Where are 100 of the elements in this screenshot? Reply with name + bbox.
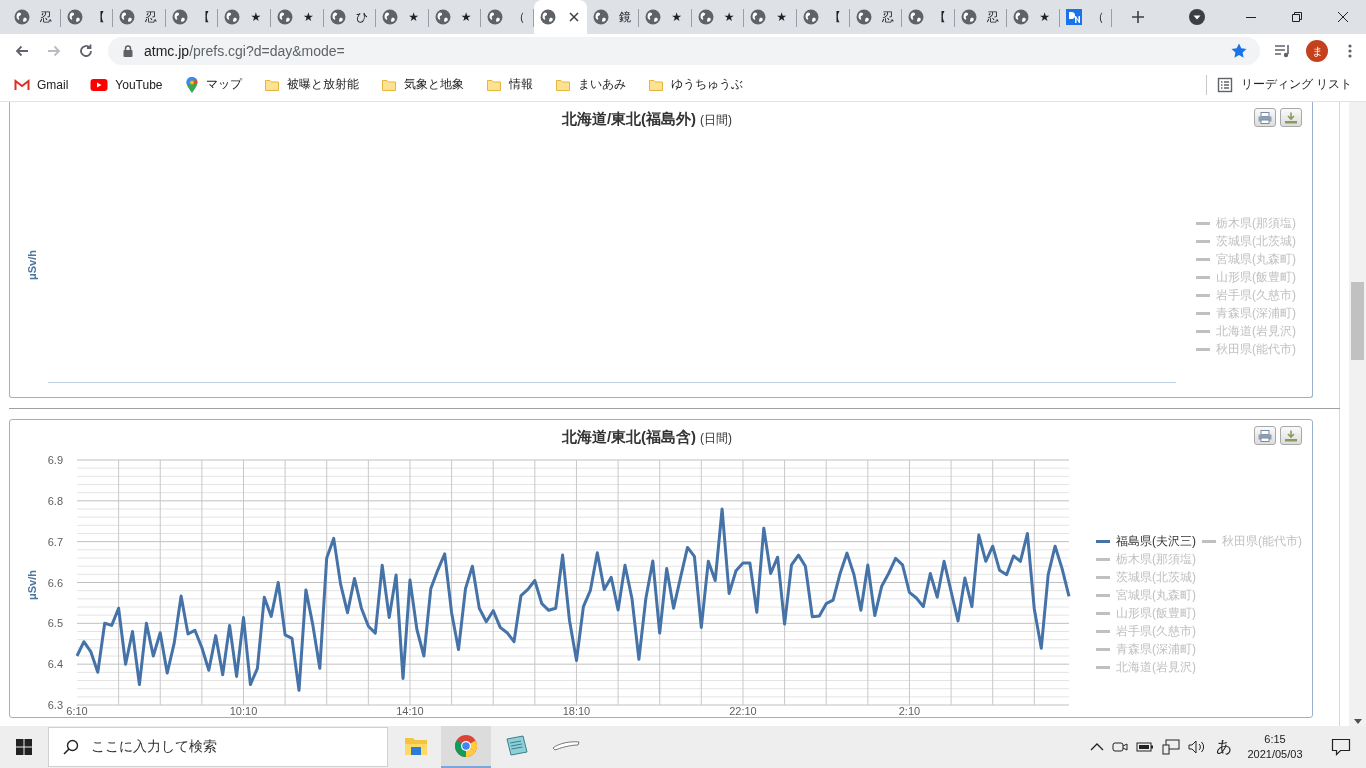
globe-icon: [224, 9, 241, 25]
scroll-down-icon[interactable]: [1353, 719, 1362, 724]
globe-icon: [697, 9, 714, 25]
browser-tab[interactable]: ★: [1007, 0, 1060, 34]
globe-icon: [802, 9, 819, 25]
globe-icon: [171, 9, 188, 25]
print-button[interactable]: [1254, 108, 1276, 127]
scroll-thumb[interactable]: [1351, 282, 1364, 360]
bookmark[interactable]: 気象と地象: [380, 76, 464, 93]
browser-tab[interactable]: ★: [691, 0, 745, 34]
browser-tab[interactable]: ひ: [323, 0, 377, 34]
x-tick-label: 10:10: [229, 705, 258, 717]
bookmark[interactable]: 情報: [485, 76, 533, 93]
url-text: atmc.jp/prefs.cgi?d=day&mode=: [144, 43, 345, 59]
browser-tab[interactable]: （: [1059, 0, 1113, 34]
browser-tab[interactable]: ★: [376, 0, 429, 34]
restore-icon[interactable]: [1291, 11, 1303, 23]
globe-icon: [645, 9, 662, 25]
download-button[interactable]: [1280, 426, 1302, 445]
dropdown-icon[interactable]: [1188, 8, 1206, 26]
taskbar-app[interactable]: [441, 726, 491, 768]
play-icon: [90, 77, 109, 92]
y-tick-label: 6.3: [48, 699, 63, 711]
globe-icon: [382, 9, 399, 25]
browser-tab[interactable]: [533, 0, 587, 34]
globe-icon: [908, 9, 925, 25]
speaker-icon[interactable]: [1188, 739, 1206, 755]
reading-list-button[interactable]: リーディング リスト: [1205, 74, 1352, 95]
browser-tab[interactable]: 【: [902, 0, 955, 34]
plus-icon[interactable]: [1130, 9, 1147, 25]
globe-icon: [329, 9, 346, 25]
globe-icon: [434, 9, 451, 25]
browser-tab[interactable]: 【: [165, 0, 219, 34]
y-tick-label: 6.7: [48, 535, 63, 548]
bookmark[interactable]: ゆうちゅうぶ: [647, 76, 743, 93]
reload-icon[interactable]: [78, 43, 94, 59]
browser-tab[interactable]: 忍: [954, 0, 1008, 34]
camera-icon[interactable]: [1112, 739, 1128, 755]
chart-title: 北海道/東北(福島外): [561, 110, 697, 129]
legend-item[interactable]: 福島県(夫沢三): [1096, 532, 1196, 550]
globe-icon: [855, 9, 872, 25]
browser-tab[interactable]: 忍: [8, 0, 61, 34]
x-tick-label: 14:10: [396, 705, 424, 717]
globe-icon: [592, 9, 609, 25]
browser-tab[interactable]: ★: [270, 0, 324, 34]
clock[interactable]: 6:15 2021/05/03: [1242, 732, 1308, 762]
globe-icon: [66, 9, 83, 25]
close-icon[interactable]: [1337, 11, 1349, 23]
globe-icon: [539, 9, 556, 25]
bookmark[interactable]: まいあみ: [554, 76, 626, 93]
scrollbar[interactable]: [1349, 102, 1366, 726]
network-icon[interactable]: [1162, 739, 1180, 755]
x-tick-label: 22:10: [729, 705, 757, 717]
printer-icon: [1258, 429, 1272, 442]
period-label: (日間): [700, 430, 733, 447]
print-button[interactable]: [1254, 426, 1276, 445]
y-tick-label: 6.8: [48, 494, 63, 507]
folder-icon: [404, 735, 428, 757]
back-icon[interactable]: [14, 43, 30, 59]
battery-icon[interactable]: [1136, 740, 1154, 754]
search-field[interactable]: ここに入力して検索: [48, 727, 388, 767]
chart-title: 北海道/東北(福島含): [561, 428, 697, 447]
search-icon: [63, 739, 79, 755]
playlist-icon[interactable]: [1274, 42, 1292, 60]
x-tick-label: 6:10: [66, 705, 88, 717]
chevron-up-icon[interactable]: [1090, 742, 1104, 752]
browser-tab[interactable]: ★: [639, 0, 692, 34]
browser-icon: [454, 734, 478, 758]
browser-tab[interactable]: ★: [428, 0, 482, 34]
list-icon: [1216, 76, 1233, 93]
axis-title: μSv/h: [26, 250, 38, 280]
browser-tab[interactable]: 忍: [849, 0, 903, 34]
download-button[interactable]: [1280, 108, 1302, 127]
bookmark[interactable]: Gmail: [14, 76, 69, 93]
y-tick-label: 6.4: [48, 658, 63, 671]
profile-avatar[interactable]: ま: [1306, 40, 1328, 62]
bookmark[interactable]: YouTube: [90, 77, 163, 92]
bookmark[interactable]: 被曝と放射能: [263, 76, 359, 93]
star-icon[interactable]: [1230, 42, 1248, 60]
globe-icon: [119, 9, 136, 25]
address-bar[interactable]: atmc.jp/prefs.cgi?d=day&mode=: [108, 37, 1260, 65]
notification-icon[interactable]: [1331, 738, 1351, 756]
printer-icon: [1258, 111, 1272, 124]
y-tick-label: 6.9: [48, 454, 63, 466]
browser-tab[interactable]: ★: [218, 0, 271, 34]
x-tick-label: 2:10: [898, 705, 921, 717]
browser-tab[interactable]: 鏡: [586, 0, 640, 34]
browser-tab[interactable]: 【: [796, 0, 850, 34]
y-tick-label: 6.5: [48, 617, 63, 630]
browser-tab[interactable]: （: [481, 0, 534, 34]
download-icon: [1284, 429, 1298, 442]
browser-tab[interactable]: ★: [744, 0, 797, 34]
browser-tab[interactable]: 【: [60, 0, 114, 34]
browser-tab[interactable]: 忍: [113, 0, 166, 34]
windows-logo-icon: [16, 739, 32, 755]
globe-icon: [14, 9, 30, 25]
bookmark[interactable]: マップ: [184, 75, 242, 94]
download-icon: [1284, 111, 1298, 124]
period-label: (日間): [700, 112, 733, 129]
input-method-indicator[interactable]: あ: [1214, 736, 1234, 758]
